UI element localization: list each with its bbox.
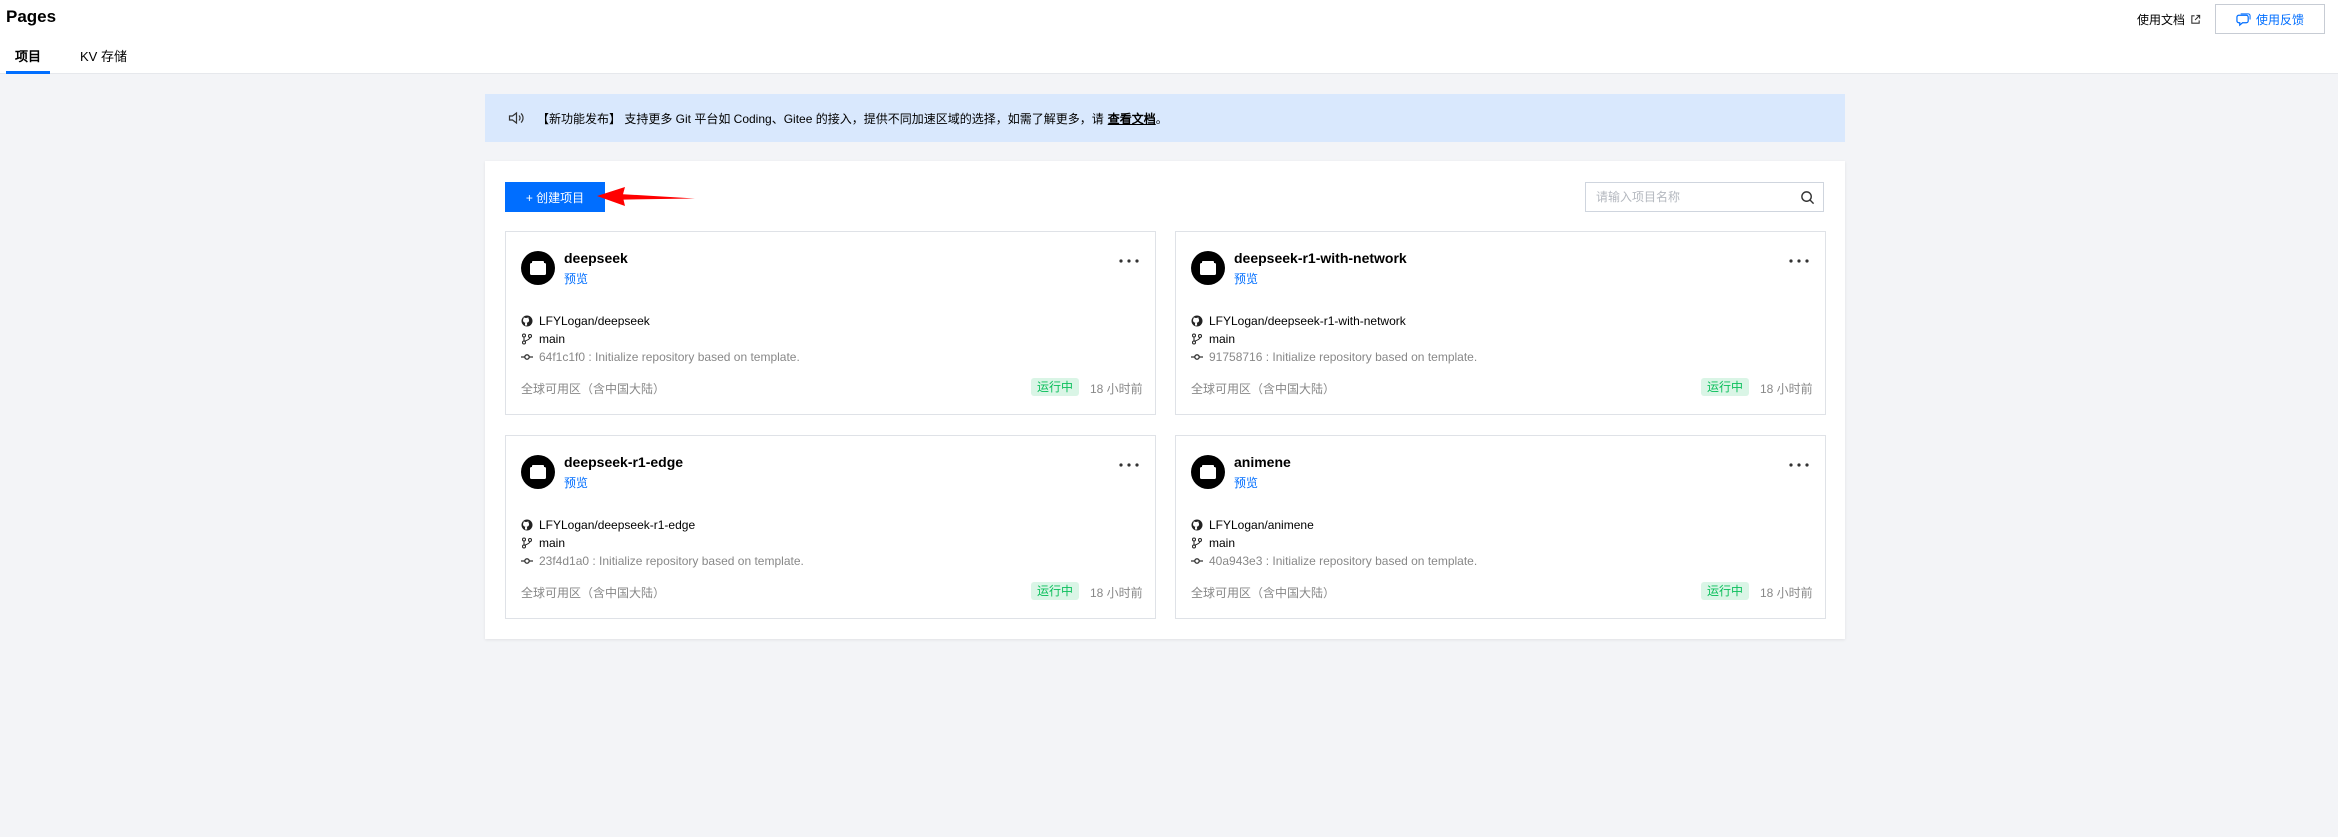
branch-row: main (521, 332, 565, 346)
repo-name[interactable]: LFYLogan/animene (1209, 518, 1314, 532)
github-icon (1191, 315, 1203, 327)
project-avatar (1191, 455, 1225, 489)
branch-name: main (1209, 536, 1236, 550)
project-avatar (521, 455, 555, 489)
region-label: 全球可用区（含中国大陆） (521, 586, 666, 600)
folder-icon (1200, 465, 1216, 479)
project-card-deepseek[interactable]: deepseek 预览 LFYLogan/deepseek main 64f1c… (505, 231, 1156, 415)
project-card-deepseek-r1-edge[interactable]: deepseek-r1-edge 预览 LFYLogan/deepseek-r1… (505, 435, 1156, 619)
commit-row: 23f4d1a0 : Initialize repository based o… (521, 554, 804, 568)
project-avatar (1191, 251, 1225, 285)
repo-row: LFYLogan/deepseek-r1-with-network (1191, 314, 1406, 328)
project-name[interactable]: deepseek-r1-with-network (1234, 250, 1407, 266)
commit-row: 91758716 : Initialize repository based o… (1191, 350, 1477, 364)
feedback-button-label: 使用反馈 (2255, 12, 2304, 27)
repo-row: LFYLogan/animene (1191, 518, 1314, 532)
project-search-box (1585, 182, 1824, 212)
project-avatar (521, 251, 555, 285)
repo-name[interactable]: LFYLogan/deepseek-r1-with-network (1209, 314, 1406, 328)
updated-time: 18 小时前 (1090, 382, 1143, 396)
more-actions-button[interactable] (1786, 254, 1812, 268)
tab-bar: 项目 KV 存储 (6, 48, 127, 74)
page-title: Pages (6, 7, 57, 26)
feature-notice-banner: 【新功能发布】 支持更多 Git 平台如 Coding、Gitee 的接入，提供… (485, 94, 1845, 142)
git-branch-icon (1192, 333, 1202, 345)
create-project-button[interactable]: + 创建项目 (505, 182, 605, 212)
updated-time: 18 小时前 (1760, 586, 1813, 600)
git-branch-icon (1192, 537, 1202, 549)
repo-row: LFYLogan/deepseek-r1-edge (521, 518, 695, 532)
preview-link[interactable]: 预览 (564, 474, 588, 491)
feedback-button[interactable]: 使用反馈 (2215, 4, 2325, 34)
git-branch-icon (522, 333, 532, 345)
git-branch-icon (522, 537, 532, 549)
folder-icon (1200, 261, 1216, 275)
branch-row: main (521, 536, 565, 550)
external-link-icon (2191, 14, 2201, 24)
status-badge: 运行中 (1701, 582, 1750, 600)
branch-name: main (539, 536, 566, 550)
region-label: 全球可用区（含中国大陆） (1191, 382, 1336, 396)
status-badge: 运行中 (1031, 582, 1080, 600)
more-dots-icon (1119, 259, 1139, 263)
github-icon (521, 519, 533, 531)
chat-bubble-icon (2236, 12, 2251, 26)
updated-time: 18 小时前 (1760, 382, 1813, 396)
project-name[interactable]: animene (1234, 454, 1291, 470)
projects-panel: + 创建项目 deepseek 预览 LFYLogan/deepseek mai… (485, 161, 1845, 639)
more-actions-button[interactable] (1116, 458, 1142, 472)
branch-row: main (1191, 332, 1235, 346)
git-commit-icon (521, 558, 533, 564)
folder-icon (530, 261, 546, 275)
branch-row: main (1191, 536, 1235, 550)
notice-suffix: 。 (1155, 111, 1168, 126)
git-commit-icon (1191, 354, 1203, 360)
more-dots-icon (1119, 463, 1139, 467)
status-badge: 运行中 (1031, 378, 1080, 396)
preview-link[interactable]: 预览 (564, 270, 588, 287)
repo-name[interactable]: LFYLogan/deepseek (539, 314, 650, 328)
github-icon (521, 315, 533, 327)
view-docs-link[interactable]: 查看文档 (1108, 110, 1156, 127)
tab-kv-storage[interactable]: KV 存储 (80, 48, 127, 74)
git-commit-icon (1191, 558, 1203, 564)
more-actions-button[interactable] (1786, 458, 1812, 472)
more-actions-button[interactable] (1116, 254, 1142, 268)
folder-icon (530, 465, 546, 479)
repo-row: LFYLogan/deepseek (521, 314, 650, 328)
commit-row: 40a943e3 : Initialize repository based o… (1191, 554, 1477, 568)
docs-link[interactable]: 使用文档 (2137, 11, 2201, 28)
status-badge: 运行中 (1701, 378, 1750, 396)
commit-message: 64f1c1f0 : Initialize repository based o… (539, 350, 800, 364)
commit-message: 23f4d1a0 : Initialize repository based o… (539, 554, 804, 568)
commit-row: 64f1c1f0 : Initialize repository based o… (521, 350, 800, 364)
commit-message: 91758716 : Initialize repository based o… (1209, 350, 1478, 364)
branch-name: main (1209, 332, 1236, 346)
github-icon (1191, 519, 1203, 531)
project-card-deepseek-r1-with-network[interactable]: deepseek-r1-with-network 预览 LFYLogan/dee… (1175, 231, 1826, 415)
notice-text: 【新功能发布】 支持更多 Git 平台如 Coding、Gitee 的接入，提供… (537, 111, 1104, 126)
search-icon[interactable] (1800, 190, 1815, 205)
region-label: 全球可用区（含中国大陆） (1191, 586, 1336, 600)
branch-name: main (539, 332, 566, 346)
red-arrow-icon (597, 187, 695, 206)
top-header: Pages 项目 KV 存储 使用文档 使用反馈 (0, 0, 2338, 74)
repo-name[interactable]: LFYLogan/deepseek-r1-edge (539, 518, 695, 532)
project-search-input[interactable] (1596, 189, 1786, 205)
preview-link[interactable]: 预览 (1234, 270, 1258, 287)
docs-link-label: 使用文档 (2137, 13, 2186, 27)
preview-link[interactable]: 预览 (1234, 474, 1258, 491)
project-name[interactable]: deepseek-r1-edge (564, 454, 683, 470)
more-dots-icon (1789, 259, 1809, 263)
speaker-icon (508, 111, 524, 125)
project-card-animene[interactable]: animene 预览 LFYLogan/animene main 40a943e… (1175, 435, 1826, 619)
project-name[interactable]: deepseek (564, 250, 628, 266)
more-dots-icon (1789, 463, 1809, 467)
region-label: 全球可用区（含中国大陆） (521, 382, 666, 396)
git-commit-icon (521, 354, 533, 360)
commit-message: 40a943e3 : Initialize repository based o… (1209, 554, 1478, 568)
updated-time: 18 小时前 (1090, 586, 1143, 600)
tab-projects[interactable]: 项目 (6, 48, 51, 74)
